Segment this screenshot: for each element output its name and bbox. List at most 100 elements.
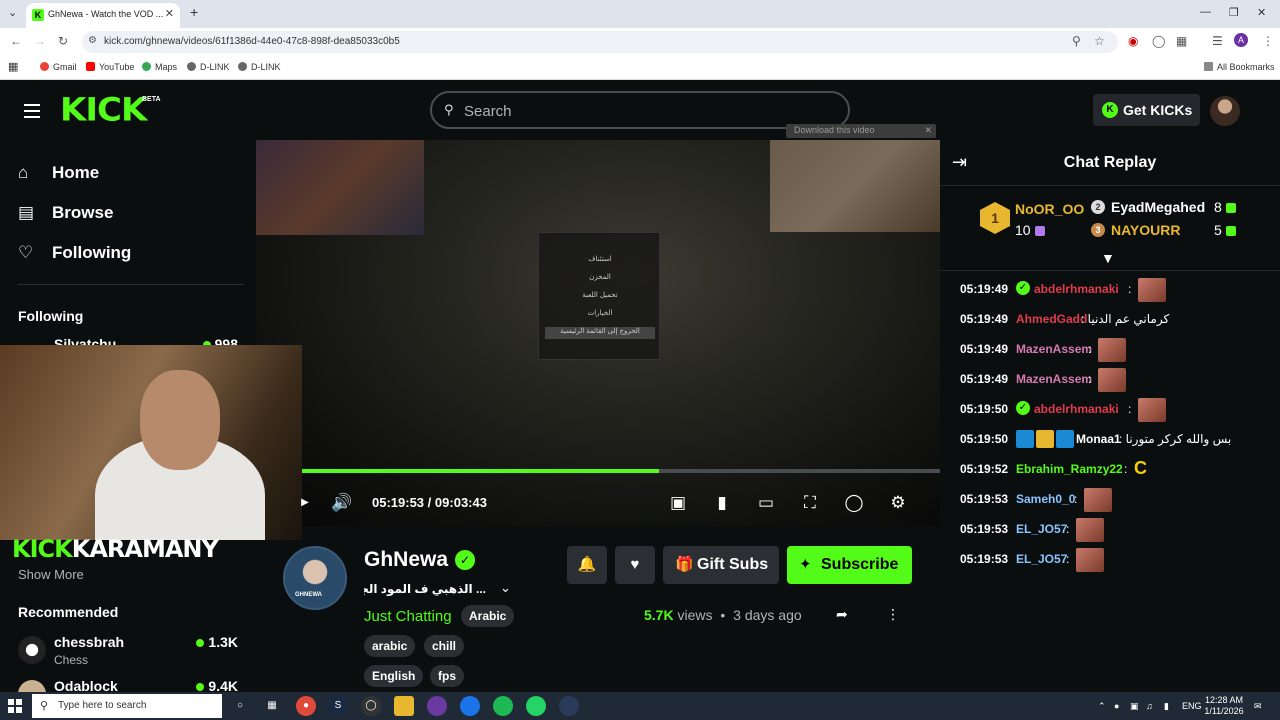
volume-icon[interactable]: ♫	[1146, 701, 1153, 711]
message-username[interactable]: MazenAssem	[1016, 372, 1092, 386]
more-options-icon[interactable]: ⋮	[886, 606, 900, 623]
taskbar-clock[interactable]: 12:28 AM 1/11/2026	[1200, 695, 1248, 717]
settings-gear-icon[interactable]: ⚙	[887, 492, 909, 514]
download-close-icon[interactable]: ✕	[924, 125, 932, 136]
channel-avatar[interactable]: GHNEWA	[283, 546, 347, 610]
current-time: 05:19:53	[372, 495, 425, 510]
bookmark-youtube[interactable]: YouTube	[86, 62, 134, 72]
tag-chill[interactable]: chill	[424, 635, 465, 657]
steam-icon[interactable]: S	[328, 696, 348, 716]
globe-icon	[187, 62, 196, 71]
input-language[interactable]: ENG	[1182, 701, 1202, 711]
chat-filter-icon[interactable]: ▼	[1101, 250, 1115, 266]
app-icon[interactable]	[427, 696, 447, 716]
spotify-icon[interactable]	[493, 696, 513, 716]
volume-icon[interactable]: 🔊	[331, 492, 353, 514]
category-link[interactable]: Just Chatting	[364, 608, 452, 625]
tab-close-icon[interactable]: ✕	[165, 7, 174, 20]
gift-subs-button[interactable]: 🎁 Gift Subs	[663, 546, 779, 584]
minimize-icon[interactable]: —	[1200, 6, 1211, 18]
new-tab-icon[interactable]: +	[190, 4, 198, 20]
battery-icon[interactable]: ▮	[1164, 701, 1169, 712]
task-view-icon[interactable]: ○	[230, 696, 250, 716]
media-controls-icon[interactable]: ☰	[1212, 34, 1223, 48]
recommended-item[interactable]: Odablock 9.4K	[18, 676, 244, 692]
rank-1-badge-icon: 1	[980, 202, 1010, 234]
zoom-icon[interactable]: ⚲	[1072, 34, 1081, 48]
download-video-bar[interactable]: Download this video ✕	[786, 124, 936, 138]
leaderboard-name-2[interactable]: EyadMegahed	[1111, 199, 1205, 215]
taskbar-search-input[interactable]: ⚲ Type here to search	[32, 694, 222, 718]
pip-icon[interactable]: ▣	[667, 492, 689, 514]
chat-emote-icon	[1076, 548, 1104, 572]
restore-icon[interactable]: ❐	[1229, 6, 1239, 19]
windows-start-icon[interactable]	[8, 699, 22, 713]
menu-hamburger-icon[interactable]	[24, 104, 40, 118]
channel-name[interactable]: GhNewa	[364, 548, 448, 572]
recommended-item[interactable]: chessbrah Chess 1.3K	[18, 632, 244, 672]
tray-expand-icon[interactable]: ⌃	[1098, 701, 1106, 712]
bookmark-dlink-1[interactable]: D-LINK	[187, 62, 230, 72]
get-kicks-button[interactable]: K Get KICKs	[1093, 94, 1200, 126]
message-username[interactable]: Sameh0_0	[1016, 492, 1075, 506]
browser-menu-icon[interactable]: ⋮	[1262, 34, 1274, 48]
message-timestamp: 05:19:49	[960, 312, 1009, 326]
extension-shield-icon[interactable]: ◯	[1152, 34, 1165, 48]
message-username[interactable]: EL_JO57	[1016, 552, 1067, 566]
bookmark-dlink-2[interactable]: D-LINK	[238, 62, 281, 72]
message-username[interactable]: EL_JO57	[1016, 522, 1067, 536]
notifications-icon[interactable]: ✉	[1254, 701, 1262, 712]
playback-speed-icon[interactable]: ◯	[843, 492, 865, 514]
mic-icon[interactable]: ●	[1114, 701, 1119, 711]
chevron-down-icon[interactable]: ⌄	[500, 580, 511, 596]
chrome-icon[interactable]: ●	[296, 696, 316, 716]
progress-bar[interactable]	[302, 469, 940, 473]
omnibox[interactable]: ⚙ kick.com/ghnewa/videos/61f1386d-44e0-4…	[82, 31, 1118, 53]
user-avatar[interactable]	[1210, 96, 1240, 126]
app-icon[interactable]	[460, 696, 480, 716]
window-close-icon[interactable]: ✕	[1257, 6, 1266, 19]
subscribe-button[interactable]: ✦ Subscribe	[787, 546, 912, 584]
file-explorer-icon[interactable]	[394, 696, 414, 716]
widgets-icon[interactable]: ▦	[262, 696, 282, 716]
tag-english[interactable]: English	[364, 665, 424, 687]
language-tag[interactable]: Arabic	[461, 605, 515, 627]
app-icon[interactable]: ◯	[361, 696, 381, 716]
reload-icon[interactable]: ↻	[58, 34, 68, 48]
message-username[interactable]: abdelrhmanaki	[1034, 402, 1119, 416]
tag-arabic[interactable]: arabic	[364, 635, 416, 657]
leaderboard-name-1[interactable]: NoOR_OO	[1015, 201, 1084, 217]
back-icon[interactable]: ←	[10, 34, 22, 48]
bookmark-maps[interactable]: Maps	[142, 62, 177, 72]
leaderboard-name-3[interactable]: NAYOURR	[1111, 222, 1181, 238]
notification-bell-button[interactable]: 🔔	[567, 546, 607, 584]
network-icon[interactable]: ▣	[1130, 701, 1139, 712]
follow-heart-button[interactable]: ♥	[615, 546, 655, 584]
extension-record-icon[interactable]: ◉	[1128, 34, 1138, 48]
message-username[interactable]: MazenAssem	[1016, 342, 1092, 356]
show-more-button[interactable]: Show More	[18, 567, 84, 582]
all-bookmarks[interactable]: All Bookmarks	[1204, 62, 1275, 72]
site-info-icon[interactable]: ⚙	[88, 35, 97, 46]
browser-tab[interactable]: K GhNewa - Watch the VOD ... ✕	[26, 3, 180, 28]
profile-avatar[interactable]: A	[1234, 33, 1248, 47]
message-username[interactable]: AhmedGadd	[1016, 312, 1087, 326]
tab-search-icon[interactable]: ⌄	[8, 6, 17, 19]
forward-icon[interactable]: →	[34, 34, 46, 48]
clip-icon[interactable]: ▮	[711, 492, 733, 514]
play-icon[interactable]: ▶	[294, 492, 316, 514]
bookmark-star-icon[interactable]: ☆	[1094, 34, 1105, 48]
fullscreen-icon[interactable]: ⛶	[799, 492, 821, 514]
extensions-puzzle-icon[interactable]: ▦	[1176, 34, 1187, 48]
kick-logo[interactable]: KICK	[60, 91, 147, 129]
message-username[interactable]: Ebrahim_Ramzy22	[1016, 462, 1123, 476]
bookmark-gmail[interactable]: Gmail	[40, 62, 77, 72]
whatsapp-icon[interactable]	[526, 696, 546, 716]
share-icon[interactable]: ➦	[836, 606, 848, 623]
tag-fps[interactable]: fps	[430, 665, 464, 687]
message-username[interactable]: Monaa1	[1076, 432, 1121, 446]
apps-grid-icon[interactable]: ▦	[8, 60, 18, 73]
app-icon[interactable]	[559, 696, 579, 716]
message-username[interactable]: abdelrhmanaki	[1034, 282, 1119, 296]
theater-mode-icon[interactable]: ▭	[755, 492, 777, 514]
